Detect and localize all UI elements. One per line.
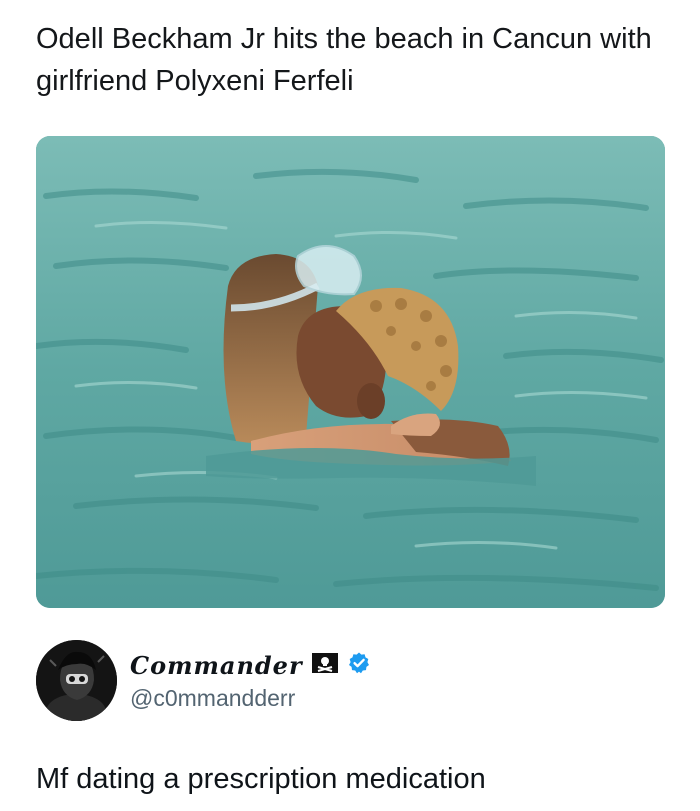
avatar-image (36, 640, 117, 721)
beach-photo-image (36, 136, 665, 608)
avatar[interactable] (36, 640, 117, 721)
reply-post-text: Mf dating a prescription medication (36, 763, 486, 795)
pirate-flag-icon (311, 652, 339, 679)
author-name-row[interactable]: Commander (130, 648, 371, 682)
verified-badge-icon (347, 651, 371, 680)
author-handle[interactable]: @c0mmandderr (130, 685, 295, 712)
post-photo[interactable] (36, 136, 665, 608)
author-display-name[interactable]: Commander (130, 651, 303, 680)
quoted-post-text: Odell Beckham Jr hits the beach in Cancu… (36, 23, 652, 97)
